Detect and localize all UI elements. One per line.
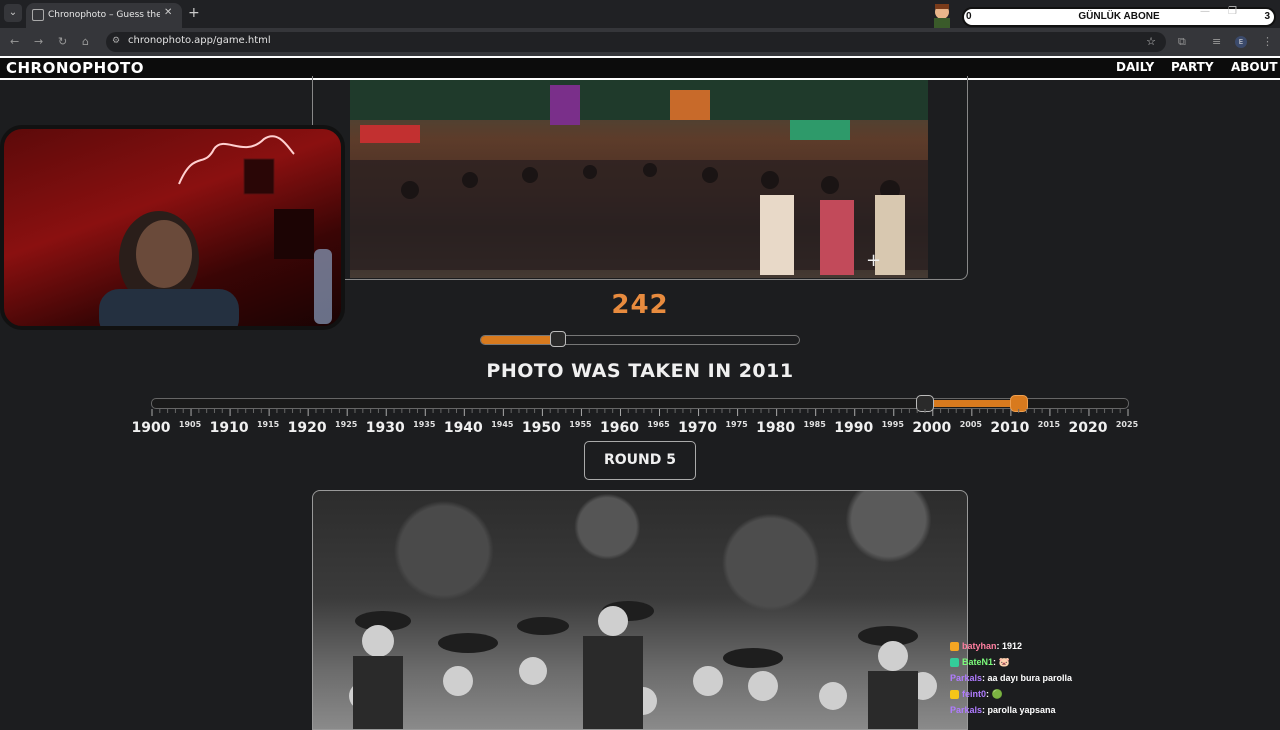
previous-round-photo: + bbox=[350, 80, 928, 278]
year-timeline-slider[interactable] bbox=[151, 395, 1129, 412]
timeline-year-label: 2010 bbox=[990, 420, 1030, 436]
tab-close-icon[interactable]: ✕ bbox=[164, 7, 172, 18]
nav-daily[interactable]: DAILY bbox=[1116, 60, 1154, 74]
chat-username: batyhan bbox=[962, 641, 997, 651]
timeline-year-label: 2015 bbox=[1037, 420, 1061, 429]
extensions-icon[interactable]: ⧉ bbox=[1178, 35, 1186, 49]
chat-message: batyhan: 1912 bbox=[950, 641, 1023, 652]
chat-message: feint0: 🟢 bbox=[950, 689, 1003, 700]
more-menu-icon[interactable]: ⋮ bbox=[1262, 35, 1273, 48]
tab-search-button[interactable]: ⌄ bbox=[4, 4, 22, 22]
profile-avatar[interactable]: E bbox=[1235, 36, 1247, 48]
site-info-icon[interactable]: ⚙ bbox=[112, 36, 120, 46]
night-market-image bbox=[350, 80, 928, 275]
chat-message: BateN1: 🐷 bbox=[950, 657, 1010, 668]
round-score: 242 bbox=[611, 290, 669, 320]
timeline-year-label: 1900 bbox=[131, 420, 171, 436]
score-meter-fill bbox=[481, 336, 558, 344]
subscriber-goal: 3 bbox=[1264, 11, 1270, 22]
reload-icon[interactable]: ↻ bbox=[58, 35, 67, 48]
chat-text: 🐷 bbox=[998, 657, 1010, 667]
chat-username: feint0 bbox=[962, 689, 987, 699]
chat-badge-icon bbox=[950, 642, 959, 652]
new-tab-button[interactable]: + bbox=[188, 5, 200, 21]
timeline-year-label: 2025 bbox=[1115, 420, 1139, 429]
timeline-year-label: 1920 bbox=[287, 420, 327, 436]
chat-message: Parkals: parolla yapsana bbox=[950, 705, 1056, 715]
chat-text: parolla yapsana bbox=[987, 705, 1056, 715]
guess-to-answer-range bbox=[924, 400, 1019, 407]
timeline-year-label: 1940 bbox=[443, 420, 483, 436]
chat-badge-icon bbox=[950, 658, 959, 668]
timeline-year-label: 1980 bbox=[756, 420, 796, 436]
timeline-year-label: 1905 bbox=[178, 420, 202, 429]
chat-message: Parkals: aa dayı bura parolla bbox=[950, 673, 1072, 683]
chat-text: aa dayı bura parolla bbox=[987, 673, 1073, 683]
site-logo[interactable]: CHRONOPHOTO bbox=[6, 59, 144, 77]
mascot-icon bbox=[934, 4, 950, 28]
timeline-year-label: 1955 bbox=[569, 420, 592, 429]
url-text: chronophoto.app/game.html bbox=[128, 35, 271, 46]
nav-party[interactable]: PARTY bbox=[1171, 60, 1214, 74]
timeline-year-label: 1930 bbox=[365, 420, 405, 436]
timeline-ticks bbox=[151, 409, 1129, 416]
chat-username: Parkals bbox=[950, 673, 983, 683]
timeline-year-label: 1995 bbox=[881, 420, 904, 429]
current-round-photo bbox=[312, 490, 968, 730]
streamer-webcam bbox=[0, 125, 345, 330]
timeline-year-label: 1925 bbox=[335, 420, 358, 429]
browser-toolbar: ← → ↻ ⌂ ⚙ chronophoto.app/game.html ☆ ⧉ … bbox=[0, 28, 1280, 56]
timeline-year-label: 1970 bbox=[678, 420, 718, 436]
score-meter-knob bbox=[549, 331, 566, 347]
chat-badge-icon bbox=[950, 690, 959, 700]
tab-title: Chronophoto – Guess the Year bbox=[48, 10, 160, 20]
timeline-year-label: 1945 bbox=[491, 420, 514, 429]
camera-icon bbox=[32, 9, 44, 21]
group-portrait-image bbox=[349, 601, 937, 729]
timeline-year-label: 1960 bbox=[599, 420, 639, 436]
next-round-button[interactable]: ROUND 5 bbox=[584, 441, 696, 480]
chat-username: Parkals bbox=[950, 705, 983, 715]
timeline-year-label: 1950 bbox=[521, 420, 561, 436]
home-icon[interactable]: ⌂ bbox=[82, 35, 89, 48]
timeline-year-label: 1985 bbox=[803, 420, 826, 429]
browser-tab-bar: ⌄ Chronophoto – Guess the Year ✕ + 0 GÜN… bbox=[0, 0, 1280, 28]
timeline-year-label: 2020 bbox=[1068, 420, 1108, 436]
chat-username: BateN1 bbox=[962, 657, 994, 667]
forward-icon[interactable]: → bbox=[34, 35, 43, 48]
timeline-year-label: 1915 bbox=[256, 420, 280, 429]
back-icon[interactable]: ← bbox=[10, 35, 19, 48]
address-bar[interactable]: ⚙ chronophoto.app/game.html ☆ bbox=[106, 32, 1166, 52]
crosshair-cursor-icon: + bbox=[866, 250, 882, 271]
nav-about[interactable]: ABOUT bbox=[1231, 60, 1278, 74]
timeline-year-label: 1965 bbox=[647, 420, 670, 429]
timeline-year-label: 1910 bbox=[209, 420, 249, 436]
maximize-icon[interactable]: ❐ bbox=[1228, 6, 1237, 17]
browser-tab[interactable]: Chronophoto – Guess the Year ✕ bbox=[26, 3, 182, 28]
webcam-feed-image bbox=[99, 135, 332, 326]
chat-text: 🟢 bbox=[991, 689, 1003, 699]
score-meter bbox=[480, 331, 800, 347]
result-text: PHOTO WAS TAKEN IN 2011 bbox=[486, 360, 794, 382]
media-icon[interactable]: ≡ bbox=[1212, 35, 1221, 48]
bookmark-star-icon[interactable]: ☆ bbox=[1146, 35, 1156, 48]
timeline-year-label: 1990 bbox=[834, 420, 874, 436]
timeline-year-label: 2005 bbox=[959, 420, 982, 429]
timeline-year-label: 2000 bbox=[912, 420, 952, 436]
minimize-icon[interactable]: — bbox=[1200, 6, 1210, 17]
chat-text: 1912 bbox=[1002, 641, 1023, 651]
timeline-year-label: 1935 bbox=[413, 420, 436, 429]
timeline-year-label: 1975 bbox=[725, 420, 748, 429]
